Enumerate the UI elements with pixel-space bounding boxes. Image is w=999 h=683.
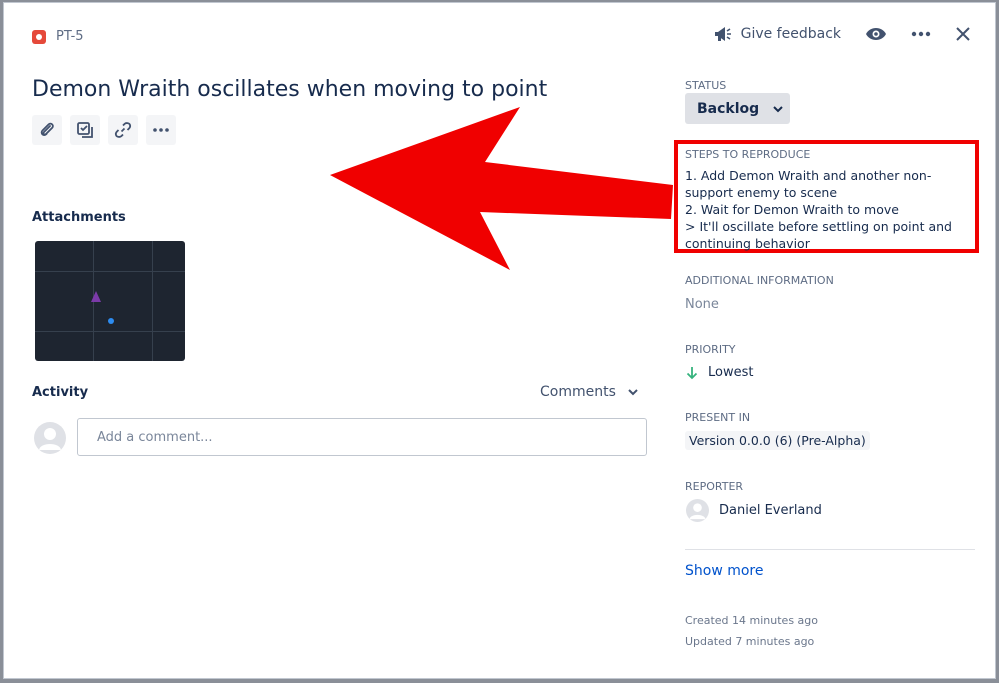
priority-label: PRIORITY xyxy=(685,343,736,356)
updated-timestamp: Updated 7 minutes ago xyxy=(685,635,815,648)
user-avatar-icon xyxy=(39,428,61,450)
reporter-label: REPORTER xyxy=(685,480,744,493)
chevron-down-icon xyxy=(628,389,638,396)
steps-line: continuing behavior xyxy=(685,236,810,251)
steps-line: 1. Add Demon Wraith and another non- xyxy=(685,168,932,183)
attachment-thumbnail[interactable] xyxy=(35,241,185,361)
show-more-link[interactable]: Show more xyxy=(685,563,764,579)
attach-button[interactable] xyxy=(32,115,62,145)
steps-line: support enemy to scene xyxy=(685,185,838,200)
issue-modal: PT-5 Give feedback Demon Wraith oscillat… xyxy=(3,2,996,679)
add-child-issue-button[interactable] xyxy=(70,115,100,145)
activity-filter-label: Comments xyxy=(540,384,616,400)
attachments-heading: Attachments xyxy=(32,210,126,225)
user-avatar-icon xyxy=(689,503,706,520)
status-dropdown[interactable]: Backlog xyxy=(685,93,790,124)
sidebar-divider xyxy=(685,549,975,550)
eye-icon[interactable] xyxy=(865,26,887,42)
created-timestamp: Created 14 minutes ago xyxy=(685,614,818,627)
give-feedback-label: Give feedback xyxy=(740,26,841,42)
comment-input[interactable] xyxy=(77,418,647,456)
activity-heading: Activity xyxy=(32,385,89,400)
close-icon[interactable] xyxy=(955,26,971,42)
paperclip-icon xyxy=(40,122,54,136)
more-actions-button[interactable] xyxy=(146,115,176,145)
chevron-down-icon xyxy=(773,105,783,112)
give-feedback-button[interactable]: Give feedback xyxy=(713,25,841,43)
steps-label: STEPS TO REPRODUCE xyxy=(685,148,811,161)
status-value: Backlog xyxy=(697,100,760,117)
additional-info-value[interactable]: None xyxy=(685,297,719,312)
annotation-arrow xyxy=(330,107,673,270)
reporter-name: Daniel Everland xyxy=(719,503,822,518)
link-issue-button[interactable] xyxy=(108,115,138,145)
link-icon xyxy=(114,122,132,138)
additional-info-label: ADDITIONAL INFORMATION xyxy=(685,274,834,287)
issue-key-text[interactable]: PT-5 xyxy=(56,29,84,44)
more-icon xyxy=(153,128,169,132)
activity-filter-select[interactable]: Comments xyxy=(540,384,638,400)
bug-icon xyxy=(32,29,46,44)
steps-line: > It'll oscillate before settling on poi… xyxy=(685,219,952,234)
reporter-field[interactable]: Daniel Everland xyxy=(686,499,822,522)
version-tag[interactable]: Version 0.0.0 (6) (Pre-Alpha) xyxy=(685,431,870,450)
arrow-down-icon xyxy=(686,366,698,379)
target-point-marker xyxy=(108,318,114,324)
user-avatar xyxy=(34,422,66,454)
more-icon[interactable] xyxy=(911,31,931,37)
issue-title[interactable]: Demon Wraith oscillates when moving to p… xyxy=(32,77,547,102)
steps-to-reproduce-field[interactable]: 1. Add Demon Wraith and another non- sup… xyxy=(685,167,952,252)
priority-value: Lowest xyxy=(708,365,754,380)
status-label: STATUS xyxy=(685,79,727,92)
megaphone-icon xyxy=(714,27,731,41)
issue-key[interactable]: PT-5 xyxy=(32,29,84,44)
steps-line: 2. Wait for Demon Wraith to move xyxy=(685,202,899,217)
reporter-avatar xyxy=(686,499,709,522)
top-actions: Give feedback xyxy=(713,25,971,43)
priority-field[interactable]: Lowest xyxy=(686,365,753,380)
present-in-label: PRESENT IN xyxy=(685,411,751,424)
checklist-icon xyxy=(77,122,93,138)
issue-toolbar xyxy=(32,115,176,145)
enemy-marker xyxy=(91,291,101,302)
